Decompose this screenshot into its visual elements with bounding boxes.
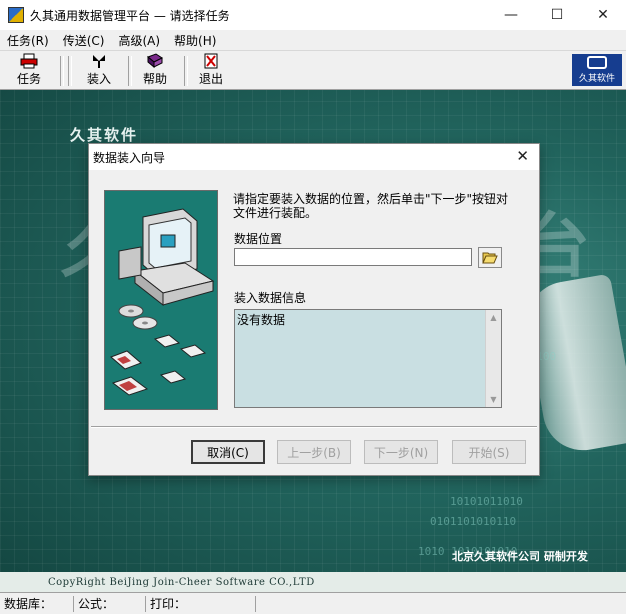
- help-button[interactable]: 帮助: [140, 53, 170, 87]
- menu-bar: 任务(R) 传送(C) 高级(A) 帮助(H): [0, 30, 626, 51]
- data-location-input[interactable]: [234, 248, 472, 266]
- status-database: 数据库：: [0, 595, 74, 612]
- brand-logo: 久其软件: [572, 54, 622, 86]
- open-folder-icon: [482, 252, 498, 264]
- next-button[interactable]: 下一步(N): [364, 440, 438, 464]
- load-button-label: 装入: [86, 72, 111, 86]
- scroll-up-icon[interactable]: ▲: [486, 310, 501, 325]
- load-button[interactable]: 装入: [84, 53, 114, 87]
- load-info-textarea[interactable]: 没有数据 ▲ ▼: [234, 309, 502, 408]
- dialog-instruction: 请指定要装入数据的位置，然后单击"下一步"按钮对文件进行装配。: [233, 192, 509, 220]
- menu-transfer[interactable]: 传送(C): [56, 32, 112, 49]
- task-button[interactable]: 任务: [14, 53, 44, 87]
- window-controls: — ☐ ✕: [488, 0, 626, 30]
- app-icon: [8, 7, 24, 23]
- company-credit: 北京久其软件公司 研制开发: [452, 550, 588, 563]
- toolbar-separator: [128, 56, 132, 86]
- status-bar: 数据库： 公式： 打印：: [0, 592, 626, 614]
- wizard-illustration: [104, 190, 218, 410]
- dialog-title: 数据装入向导: [93, 150, 166, 165]
- exit-door-icon: [204, 53, 218, 69]
- dialog-title-bar: 数据装入向导 ✕: [89, 144, 539, 170]
- toolbar-separator: [60, 56, 64, 86]
- background-logo-text: 久其软件: [70, 126, 139, 144]
- start-button[interactable]: 开始(S): [452, 440, 526, 464]
- dialog-close-button[interactable]: ✕: [516, 147, 529, 165]
- menu-advanced[interactable]: 高级(A): [111, 32, 167, 49]
- brand-logo-text: 久其软件: [578, 74, 615, 84]
- load-info-text: 没有数据: [237, 313, 286, 327]
- computer-disks-icon: [110, 208, 215, 396]
- window-title: 久其通用数据管理平台 — 请选择任务: [30, 8, 230, 23]
- close-button[interactable]: ✕: [580, 0, 626, 30]
- menu-task[interactable]: 任务(R): [0, 32, 56, 49]
- dialog-divider: [91, 426, 537, 428]
- toolbar-separator: [184, 56, 188, 86]
- exit-button[interactable]: 退出: [196, 53, 226, 87]
- background-binary-text: 10101011010: [450, 495, 523, 508]
- title-bar: 久其通用数据管理平台 — 请选择任务 — ☐ ✕: [0, 0, 626, 30]
- background-binary-text: 0101101010110: [430, 515, 517, 528]
- data-location-label: 数据位置: [234, 232, 283, 246]
- info-scrollbar[interactable]: ▲ ▼: [485, 310, 501, 407]
- copyright-bar: CopyRight BeiJing Join-Cheer Software CO…: [0, 572, 626, 592]
- data-load-wizard-dialog: 数据装入向导 ✕ 请指定要装入数据的位置，然后单击"下一步"按钮对文件进行装配。…: [88, 143, 540, 476]
- status-formula: 公式：: [74, 595, 146, 612]
- cancel-button[interactable]: 取消(C): [191, 440, 265, 464]
- menu-help[interactable]: 帮助(H): [167, 32, 223, 49]
- help-book-icon: [147, 53, 163, 69]
- status-print: 打印：: [146, 595, 256, 612]
- toolbar: 任务 装入 帮助 退出 久其软件: [0, 51, 626, 90]
- minimize-button[interactable]: —: [488, 0, 534, 30]
- printer-icon: [20, 53, 38, 69]
- load-arrows-icon: [93, 55, 105, 68]
- toolbar-separator: [68, 56, 72, 86]
- exit-button-label: 退出: [198, 72, 223, 86]
- load-info-label: 装入数据信息: [234, 291, 307, 305]
- help-button-label: 帮助: [142, 72, 167, 86]
- maximize-button[interactable]: ☐: [534, 0, 580, 30]
- brand-mark-icon: [587, 56, 607, 69]
- previous-button[interactable]: 上一步(B): [277, 440, 351, 464]
- scroll-down-icon[interactable]: ▼: [486, 392, 501, 407]
- browse-folder-button[interactable]: [478, 247, 502, 268]
- task-button-label: 任务: [16, 72, 41, 86]
